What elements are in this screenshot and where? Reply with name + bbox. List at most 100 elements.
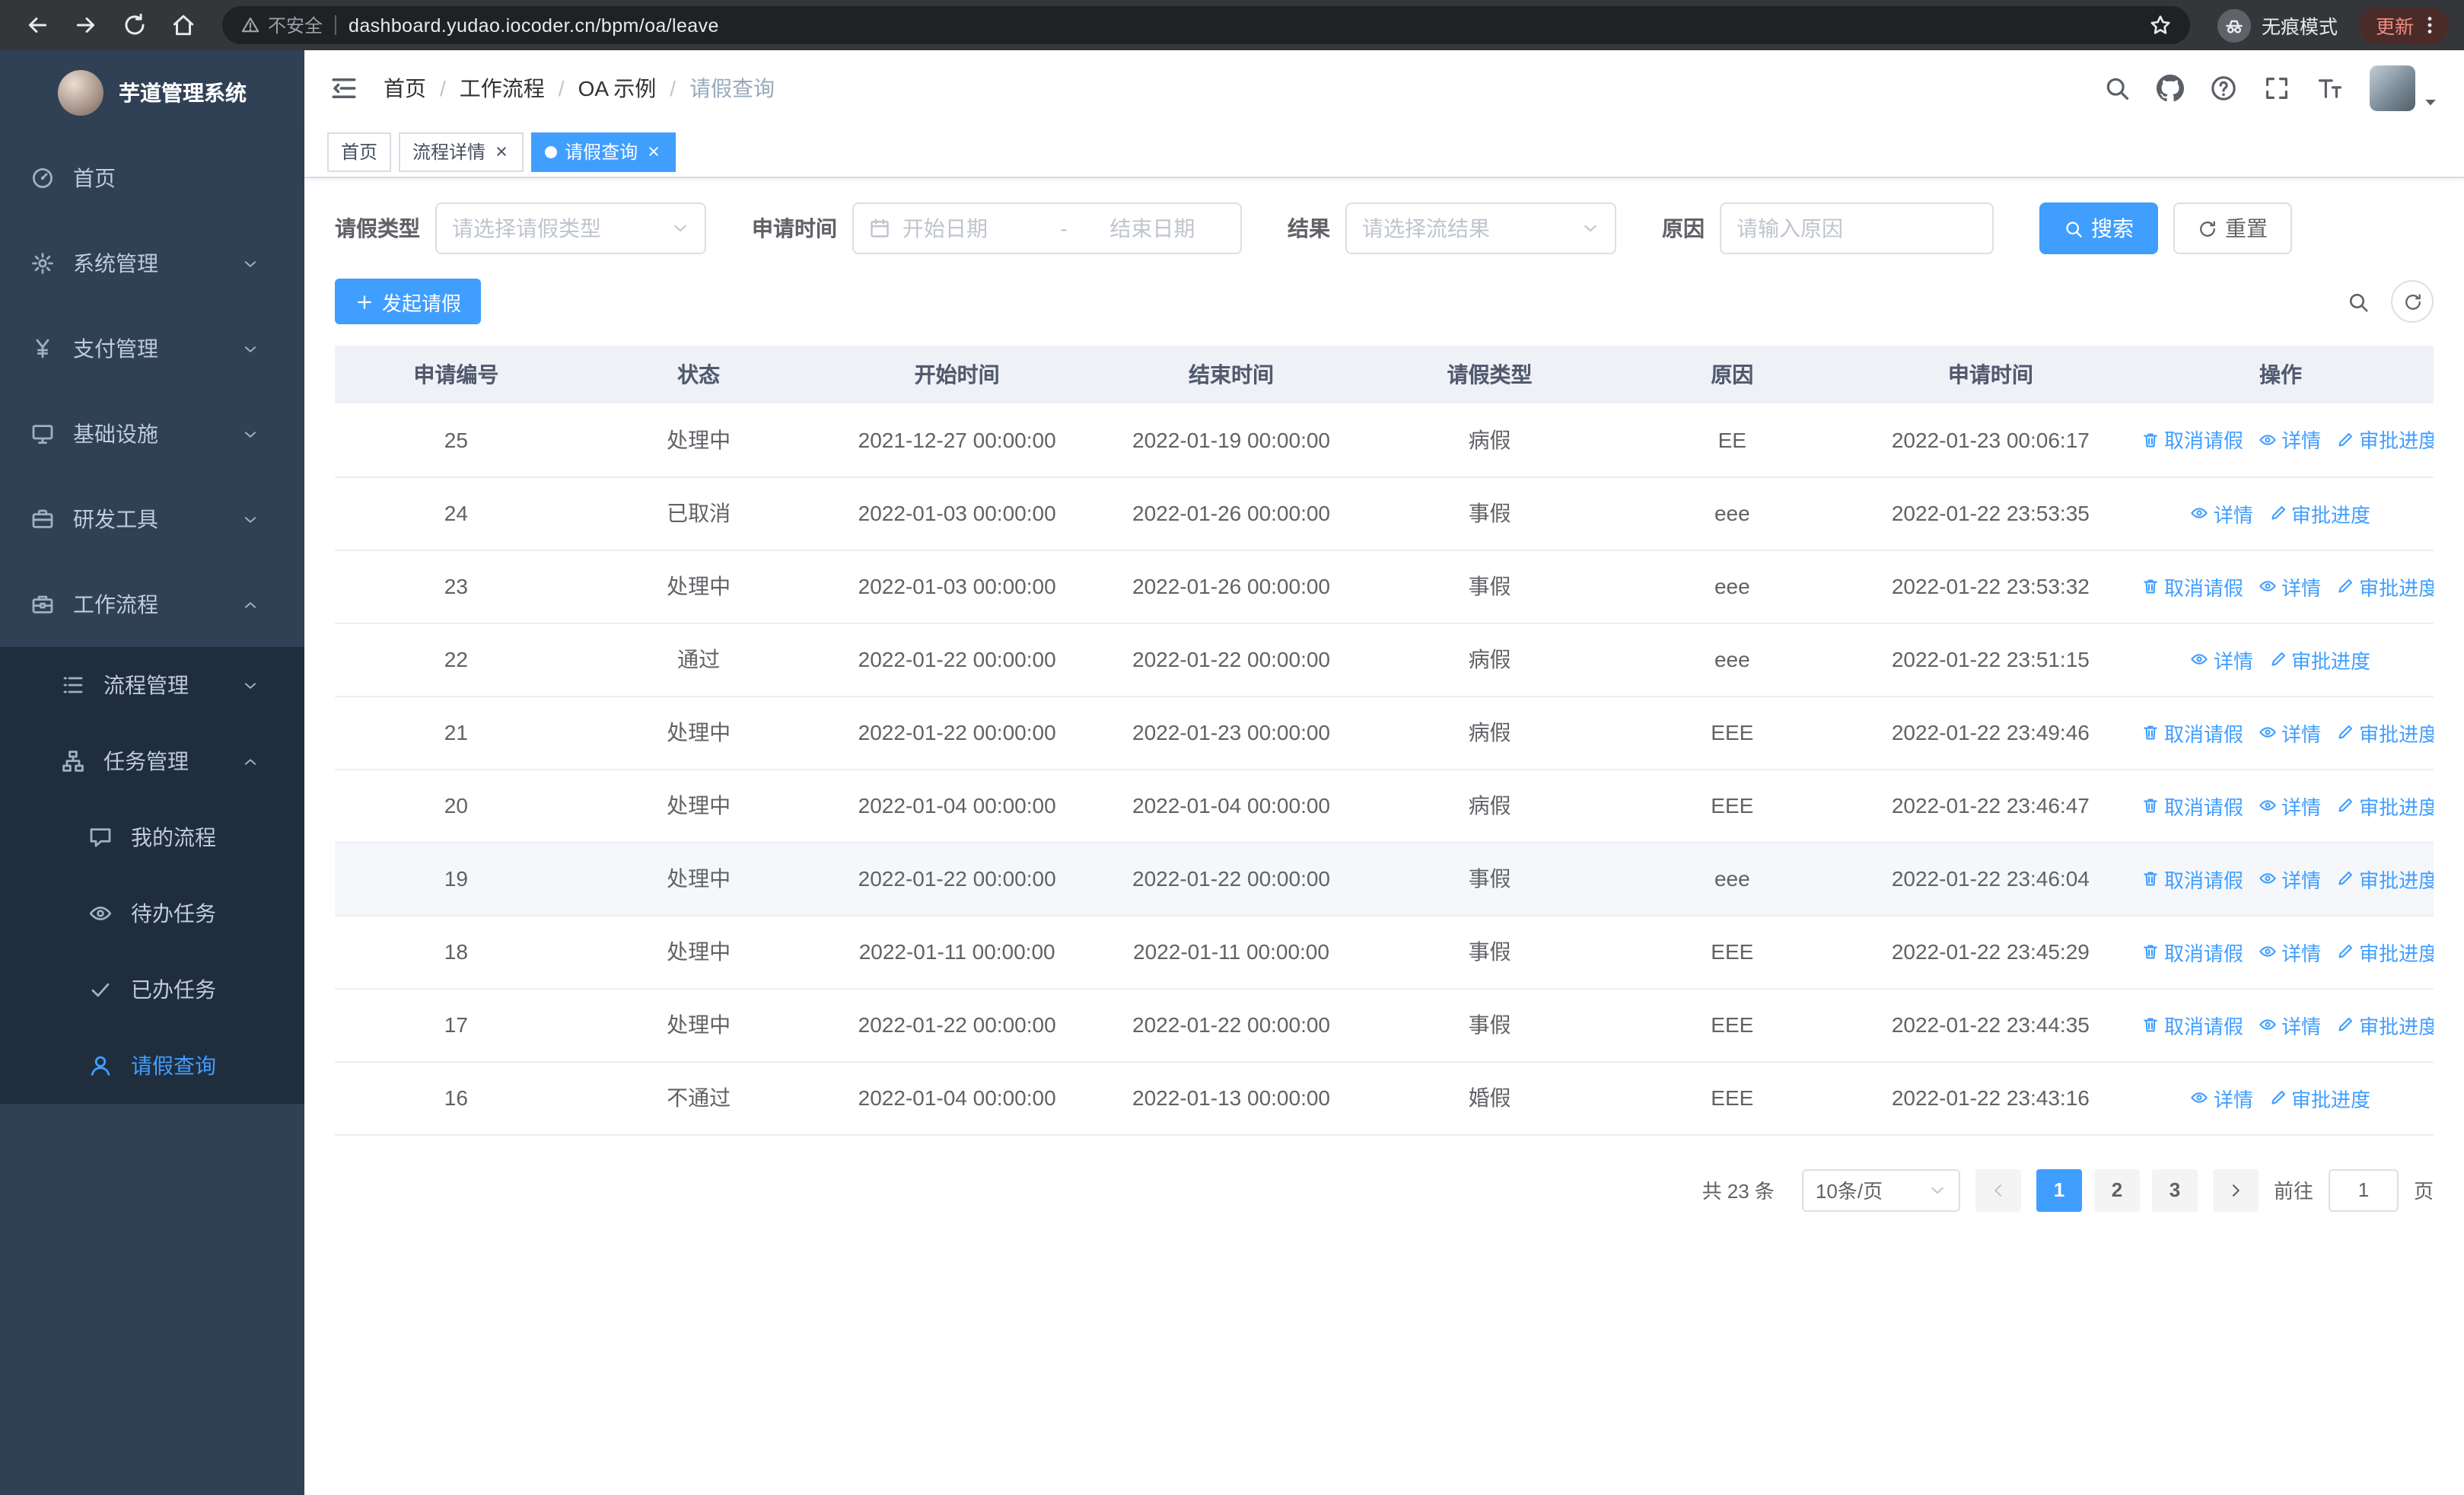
trash-icon (2144, 872, 2157, 886)
browser-reload-button[interactable] (113, 4, 155, 46)
detail-link[interactable]: 详情 (2191, 499, 2253, 528)
font-size-button[interactable] (2316, 75, 2344, 102)
prev-page-button[interactable] (1975, 1168, 2021, 1211)
sidebar-item-label: 工作流程 (73, 592, 158, 617)
cancel-leave-link[interactable]: 取消请假 (2141, 864, 2243, 893)
detail-link[interactable]: 详情 (2259, 718, 2321, 747)
github-icon[interactable] (2157, 75, 2184, 102)
sidebar-logo[interactable]: 芋道管理系统 (0, 50, 304, 135)
address-bar[interactable]: 不安全 dashboard.yudao.iocoder.cn/bpm/oa/le… (222, 6, 2190, 44)
tab-close-button[interactable] (493, 143, 510, 160)
cell-reason: EEE (1610, 988, 1854, 1062)
page-numbers: 123 (2036, 1168, 2198, 1211)
sidebar-item-task-mgmt[interactable]: 任务管理 (0, 723, 304, 799)
breadcrumb-item[interactable]: 工作流程 (460, 73, 545, 104)
progress-link[interactable]: 审批进度 (2336, 426, 2434, 454)
user-avatar-menu[interactable] (2370, 65, 2440, 111)
cell-status: 不通过 (577, 1061, 820, 1135)
browser-menu-icon[interactable] (2418, 14, 2441, 37)
result-select[interactable]: 请选择流结果 (1345, 202, 1616, 254)
detail-link[interactable]: 详情 (2259, 937, 2321, 966)
view-tab[interactable]: 请假查询 (531, 132, 676, 171)
detail-link[interactable]: 详情 (2191, 1083, 2253, 1112)
progress-link[interactable]: 审批进度 (2336, 937, 2434, 966)
breadcrumb-item[interactable]: 首页 (384, 73, 426, 104)
progress-link[interactable]: 审批进度 (2268, 645, 2370, 674)
sidebar-item-payment[interactable]: 支付管理 (0, 306, 304, 391)
cancel-leave-link[interactable]: 取消请假 (2141, 572, 2243, 601)
sidebar-item-done-tasks[interactable]: 已办任务 (0, 952, 304, 1028)
cell-reason: EEE (1610, 1061, 1854, 1135)
sidebar-item-label: 任务管理 (103, 749, 189, 773)
table-row: 16 不通过 2022-01-04 00:00:00 2022-01-13 00:00… (335, 1061, 2434, 1135)
search-button[interactable]: 搜索 (2039, 202, 2158, 254)
browser-forward-button[interactable] (64, 4, 107, 46)
bookmark-star-button[interactable] (2149, 14, 2172, 37)
avatar[interactable] (2370, 65, 2415, 111)
font-size-icon (2318, 79, 2342, 98)
cancel-leave-link[interactable]: 取消请假 (2141, 791, 2243, 820)
leave-table: 申请编号 状态 开始时间 结束时间 请假类型 原因 申请时间 操作 25 处理中 2021-12-… (335, 346, 2434, 1135)
browser-update-button[interactable]: 更新 (2358, 7, 2449, 43)
reason-input[interactable] (1720, 202, 1994, 254)
tab-close-button[interactable] (645, 143, 662, 160)
page-number-1[interactable]: 1 (2036, 1168, 2082, 1211)
progress-link[interactable]: 审批进度 (2268, 1083, 2370, 1112)
page-size-select[interactable]: 10条/页 (1801, 1168, 1960, 1211)
sidebar-item-dev-tools[interactable]: 研发工具 (0, 477, 304, 562)
page-number-2[interactable]: 2 (2093, 1168, 2140, 1211)
sidebar-item-system[interactable]: 系统管理 (0, 221, 304, 306)
goto-page-input[interactable] (2328, 1168, 2399, 1211)
calendar-icon (871, 218, 889, 237)
reset-button[interactable]: 重置 (2173, 202, 2292, 254)
sidebar-item-infrastructure[interactable]: 基础设施 (0, 391, 304, 477)
progress-link[interactable]: 审批进度 (2336, 572, 2434, 601)
sidebar-item-home[interactable]: 首页 (0, 135, 304, 221)
detail-link[interactable]: 详情 (2259, 1010, 2321, 1039)
sidebar-item-my-process[interactable]: 我的流程 (0, 799, 304, 875)
progress-link[interactable]: 审批进度 (2336, 718, 2434, 747)
sidebar-item-workflow[interactable]: 工作流程 (0, 562, 304, 647)
plus-icon (355, 292, 374, 311)
detail-link[interactable]: 详情 (2259, 572, 2321, 601)
view-tab[interactable]: 首页 (327, 132, 392, 171)
header-search-button[interactable] (2103, 75, 2131, 102)
security-chip[interactable]: 不安全 (240, 12, 323, 38)
eye-icon (2259, 434, 2276, 445)
page-number-3[interactable]: 3 (2151, 1168, 2198, 1211)
sidebar-item-todo-tasks[interactable]: 待办任务 (0, 875, 304, 952)
breadcrumb-item[interactable]: OA 示例 (578, 73, 657, 104)
refresh-table-button[interactable] (2391, 280, 2434, 323)
cancel-leave-link[interactable]: 取消请假 (2141, 937, 2243, 966)
toggle-search-button[interactable] (2347, 290, 2370, 313)
detail-link[interactable]: 详情 (2259, 864, 2321, 893)
detail-link[interactable]: 详情 (2259, 791, 2321, 820)
filter-apply-time: 申请时间 开始日期 - 结束日期 (752, 202, 1242, 254)
progress-link[interactable]: 审批进度 (2336, 791, 2434, 820)
sidebar-collapse-button[interactable] (329, 73, 359, 104)
progress-link[interactable]: 审批进度 (2336, 864, 2434, 893)
create-leave-button[interactable]: 发起请假 (335, 279, 482, 324)
browser-back-button[interactable] (15, 4, 58, 46)
cell-id: 20 (335, 769, 578, 843)
progress-link[interactable]: 审批进度 (2268, 499, 2370, 528)
leave-type-select[interactable]: 请选择请假类型 (435, 202, 706, 254)
search-button-label: 搜索 (2091, 216, 2134, 241)
detail-link[interactable]: 详情 (2259, 426, 2321, 454)
next-page-button[interactable] (2212, 1168, 2259, 1211)
apply-time-range-picker[interactable]: 开始日期 - 结束日期 (852, 202, 1242, 254)
sidebar-item-leave-query[interactable]: 请假查询 (0, 1028, 304, 1104)
help-button[interactable] (2210, 75, 2237, 102)
refresh-icon (2198, 218, 2217, 238)
cancel-leave-link[interactable]: 取消请假 (2141, 426, 2243, 454)
browser-home-button[interactable] (161, 4, 204, 46)
fullscreen-button[interactable] (2263, 75, 2291, 102)
cancel-leave-link[interactable]: 取消请假 (2141, 1010, 2243, 1039)
detail-link[interactable]: 详情 (2191, 645, 2253, 674)
sidebar-item-process-mgmt[interactable]: 流程管理 (0, 647, 304, 723)
column-header: 操作 (2128, 346, 2434, 403)
cancel-leave-link[interactable]: 取消请假 (2141, 718, 2243, 747)
cell-status: 处理中 (577, 988, 820, 1062)
view-tab[interactable]: 流程详情 (399, 132, 524, 171)
progress-link[interactable]: 审批进度 (2336, 1010, 2434, 1039)
